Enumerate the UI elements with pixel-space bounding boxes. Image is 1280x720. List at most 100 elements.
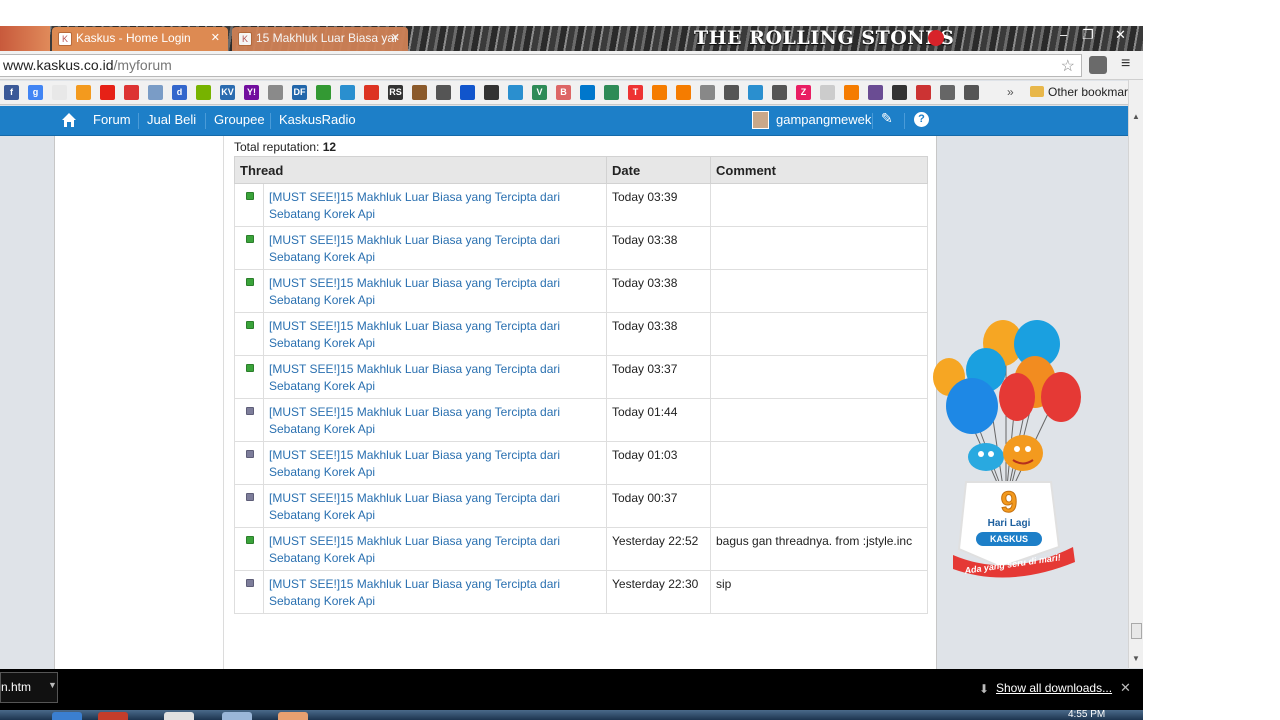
- app-taskbar-icon[interactable]: [164, 712, 194, 720]
- bookmark-icon[interactable]: [364, 85, 379, 100]
- bookmark-icon[interactable]: DF: [292, 85, 307, 100]
- close-tab-icon[interactable]: ✕: [211, 27, 220, 50]
- table-header-row: Thread Date Comment: [234, 156, 928, 184]
- home-icon[interactable]: [61, 112, 77, 128]
- bookmark-icon[interactable]: [340, 85, 355, 100]
- bookmark-icon[interactable]: [148, 85, 163, 100]
- restore-icon[interactable]: ❐: [1082, 26, 1094, 44]
- thread-cell: [MUST SEE!]15 Makhluk Luar Biasa yang Te…: [263, 527, 607, 571]
- app-taskbar-icon[interactable]: [222, 712, 252, 720]
- show-all-downloads-link[interactable]: Show all downloads...: [996, 681, 1112, 695]
- bookmark-icon[interactable]: [76, 85, 91, 100]
- bookmark-icon[interactable]: [100, 85, 115, 100]
- bookmark-icon[interactable]: [412, 85, 427, 100]
- nav-forum[interactable]: Forum: [93, 106, 131, 134]
- bookmark-icon[interactable]: [772, 85, 787, 100]
- more-bookmarks-chevron-icon[interactable]: »: [1007, 85, 1014, 99]
- screen: K Kaskus - Home Login ✕ K 15 Makhluk Lua…: [0, 0, 1280, 720]
- address-bar[interactable]: www.kaskus.co.id/myforum ☆: [0, 54, 1082, 77]
- scroll-thumb[interactable]: [1131, 623, 1142, 639]
- bookmark-icon[interactable]: [724, 85, 739, 100]
- bookmark-icon[interactable]: [316, 85, 331, 100]
- bookmark-icon[interactable]: Y!: [244, 85, 259, 100]
- bookmark-icon[interactable]: [868, 85, 883, 100]
- comment-cell: [710, 269, 928, 313]
- col-comment: Comment: [710, 156, 928, 184]
- pencil-icon[interactable]: ✎: [881, 110, 893, 127]
- help-icon[interactable]: ?: [914, 112, 929, 127]
- tab-makhluk[interactable]: K 15 Makhluk Luar Biasa yar ✕: [232, 27, 408, 51]
- chrome-taskbar-icon[interactable]: [98, 712, 128, 720]
- comment-cell: sip: [710, 570, 928, 614]
- close-window-icon[interactable]: ✕: [1115, 26, 1126, 44]
- bookmark-icon[interactable]: d: [172, 85, 187, 100]
- date-cell: Today 03:38: [606, 269, 711, 313]
- page-scrollbar[interactable]: ▲ ▼: [1128, 80, 1143, 668]
- comment-cell: [710, 355, 928, 399]
- bookmark-icon[interactable]: [652, 85, 667, 100]
- bookmark-icon[interactable]: RS: [388, 85, 403, 100]
- thread-link[interactable]: [MUST SEE!]15 Makhluk Luar Biasa yang Te…: [269, 233, 560, 264]
- bookmark-icon[interactable]: [844, 85, 859, 100]
- extension-icon[interactable]: [1089, 56, 1107, 74]
- bookmark-icon[interactable]: V: [532, 85, 547, 100]
- bookmark-icon[interactable]: g: [28, 85, 43, 100]
- thread-link[interactable]: [MUST SEE!]15 Makhluk Luar Biasa yang Te…: [269, 577, 560, 608]
- status-cell: [234, 527, 264, 571]
- bookmark-icon[interactable]: [436, 85, 451, 100]
- bookmark-icon[interactable]: [196, 85, 211, 100]
- bookmark-star-icon[interactable]: ☆: [1061, 56, 1075, 77]
- thread-link[interactable]: [MUST SEE!]15 Makhluk Luar Biasa yang Te…: [269, 448, 560, 479]
- bookmark-icon[interactable]: Z: [796, 85, 811, 100]
- bookmark-icon[interactable]: [484, 85, 499, 100]
- bookmark-icon[interactable]: [52, 85, 67, 100]
- status-cell: [234, 269, 264, 313]
- bookmark-icon[interactable]: [964, 85, 979, 100]
- thread-link[interactable]: [MUST SEE!]15 Makhluk Luar Biasa yang Te…: [269, 319, 560, 350]
- col-thread: Thread: [234, 156, 607, 184]
- scroll-up-icon[interactable]: ▲: [1132, 112, 1140, 121]
- bookmark-icon[interactable]: [940, 85, 955, 100]
- minimize-icon[interactable]: –: [1060, 26, 1067, 44]
- chrome-menu-icon[interactable]: ≡: [1121, 55, 1130, 73]
- bookmark-icon[interactable]: [460, 85, 475, 100]
- bookmark-icon[interactable]: [580, 85, 595, 100]
- nav-jual-beli[interactable]: Jual Beli: [147, 106, 196, 134]
- thread-link[interactable]: [MUST SEE!]15 Makhluk Luar Biasa yang Te…: [269, 190, 560, 221]
- tab-kaskus-home[interactable]: K Kaskus - Home Login ✕: [52, 27, 228, 51]
- app-taskbar-icon[interactable]: [278, 712, 308, 720]
- avatar[interactable]: [752, 111, 769, 129]
- username-link[interactable]: gampangmewek: [776, 106, 871, 134]
- bookmark-icon[interactable]: [700, 85, 715, 100]
- close-tab-icon[interactable]: ✕: [391, 27, 400, 50]
- bookmark-icon[interactable]: [748, 85, 763, 100]
- download-item[interactable]: n.htm ▼: [0, 672, 58, 703]
- bookmark-icon[interactable]: [916, 85, 931, 100]
- bookmark-icon[interactable]: [268, 85, 283, 100]
- bookmark-icon[interactable]: B: [556, 85, 571, 100]
- bookmark-icon[interactable]: [676, 85, 691, 100]
- bookmark-icon[interactable]: KV: [220, 85, 235, 100]
- bookmark-icon[interactable]: T: [628, 85, 643, 100]
- scroll-down-icon[interactable]: ▼: [1132, 654, 1140, 663]
- close-downloads-icon[interactable]: ✕: [1120, 680, 1131, 696]
- thread-link[interactable]: [MUST SEE!]15 Makhluk Luar Biasa yang Te…: [269, 362, 560, 393]
- bookmark-icon[interactable]: [124, 85, 139, 100]
- nav-groupee[interactable]: Groupee: [214, 106, 265, 134]
- thread-link[interactable]: [MUST SEE!]15 Makhluk Luar Biasa yang Te…: [269, 276, 560, 307]
- other-bookmarks-folder[interactable]: Other bookmarks: [1030, 84, 1140, 101]
- thread-link[interactable]: [MUST SEE!]15 Makhluk Luar Biasa yang Te…: [269, 491, 560, 522]
- thread-link[interactable]: [MUST SEE!]15 Makhluk Luar Biasa yang Te…: [269, 534, 560, 565]
- bookmark-icon[interactable]: [508, 85, 523, 100]
- bookmark-icon[interactable]: [820, 85, 835, 100]
- thread-link[interactable]: [MUST SEE!]15 Makhluk Luar Biasa yang Te…: [269, 405, 560, 436]
- ie-taskbar-icon[interactable]: [52, 712, 82, 720]
- bookmark-icon[interactable]: f: [4, 85, 19, 100]
- kaskus-anniversary-badge[interactable]: 9 Hari Lagi KASKUS Ada yang seru di mari…: [931, 317, 1083, 582]
- download-menu-caret-icon[interactable]: ▼: [48, 680, 57, 690]
- nav-kaskusradio[interactable]: KaskusRadio: [279, 106, 356, 134]
- bookmark-icon[interactable]: [892, 85, 907, 100]
- table-row: [MUST SEE!]15 Makhluk Luar Biasa yang Te…: [234, 484, 928, 528]
- badge-brand: KASKUS: [990, 534, 1028, 544]
- bookmark-icon[interactable]: [604, 85, 619, 100]
